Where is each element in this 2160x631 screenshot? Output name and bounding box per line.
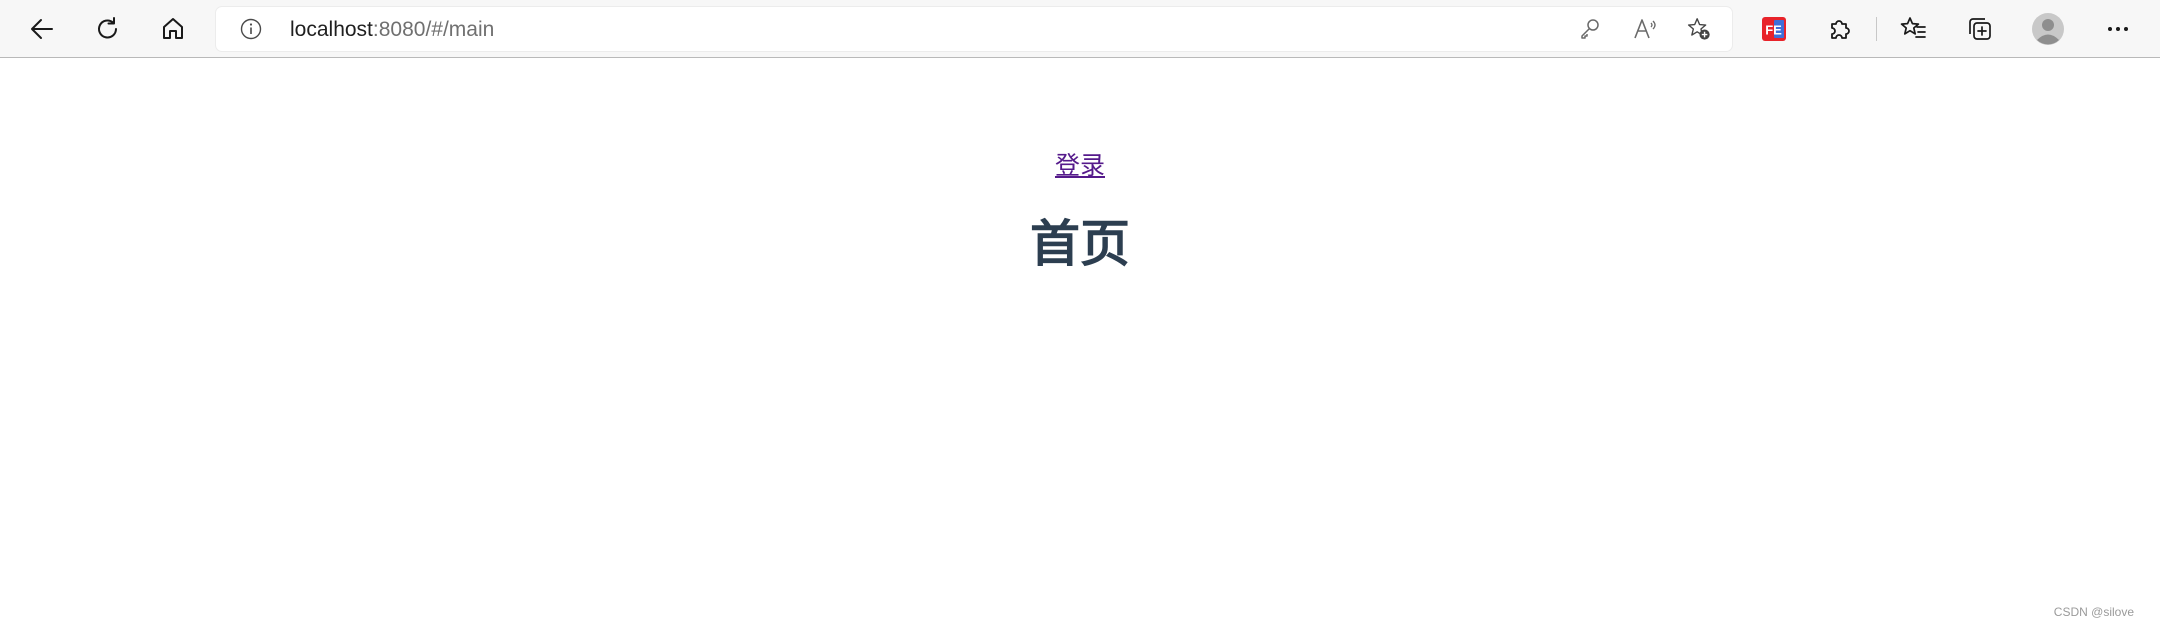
more-button[interactable] xyxy=(2098,9,2138,49)
url-text[interactable]: localhost:8080/#/main xyxy=(290,18,494,42)
svg-text:FE: FE xyxy=(1765,23,1782,38)
url-path: :8080/#/main xyxy=(372,18,495,41)
more-icon xyxy=(2104,15,2132,43)
refresh-icon xyxy=(94,15,122,43)
toolbar-divider xyxy=(1876,17,1877,41)
back-arrow-icon xyxy=(28,15,56,43)
watermark: CSDN @silove xyxy=(2053,605,2134,619)
address-bar[interactable]: localhost:8080/#/main xyxy=(216,7,1732,51)
fe-extension-button[interactable]: FE xyxy=(1754,9,1794,49)
read-aloud-icon[interactable] xyxy=(1632,16,1658,42)
collections-icon xyxy=(1966,15,1994,43)
back-button[interactable] xyxy=(22,9,62,49)
home-icon xyxy=(159,15,187,43)
puzzle-icon xyxy=(1826,15,1854,43)
favorites-icon xyxy=(1899,15,1927,43)
avatar-icon xyxy=(2032,13,2064,45)
collections-button[interactable] xyxy=(1960,9,2000,49)
extensions-button[interactable] xyxy=(1820,9,1860,49)
home-button[interactable] xyxy=(153,9,193,49)
fe-extension-icon: FE xyxy=(1761,16,1787,42)
login-link[interactable]: 登录 xyxy=(1055,151,1105,180)
page-content: 登录 首页 CSDN @silove xyxy=(0,59,2160,631)
key-icon[interactable] xyxy=(1577,16,1603,42)
refresh-button[interactable] xyxy=(88,9,128,49)
browser-toolbar: localhost:8080/#/main FE xyxy=(0,0,2160,58)
url-host: localhost xyxy=(290,18,373,41)
page-title: 首页 xyxy=(1030,215,1130,273)
login-link-row: 登录 xyxy=(0,151,2160,181)
profile-button[interactable] xyxy=(2028,9,2068,49)
info-icon[interactable] xyxy=(240,18,262,40)
favorites-button[interactable] xyxy=(1893,9,1933,49)
star-add-icon[interactable] xyxy=(1686,16,1712,42)
